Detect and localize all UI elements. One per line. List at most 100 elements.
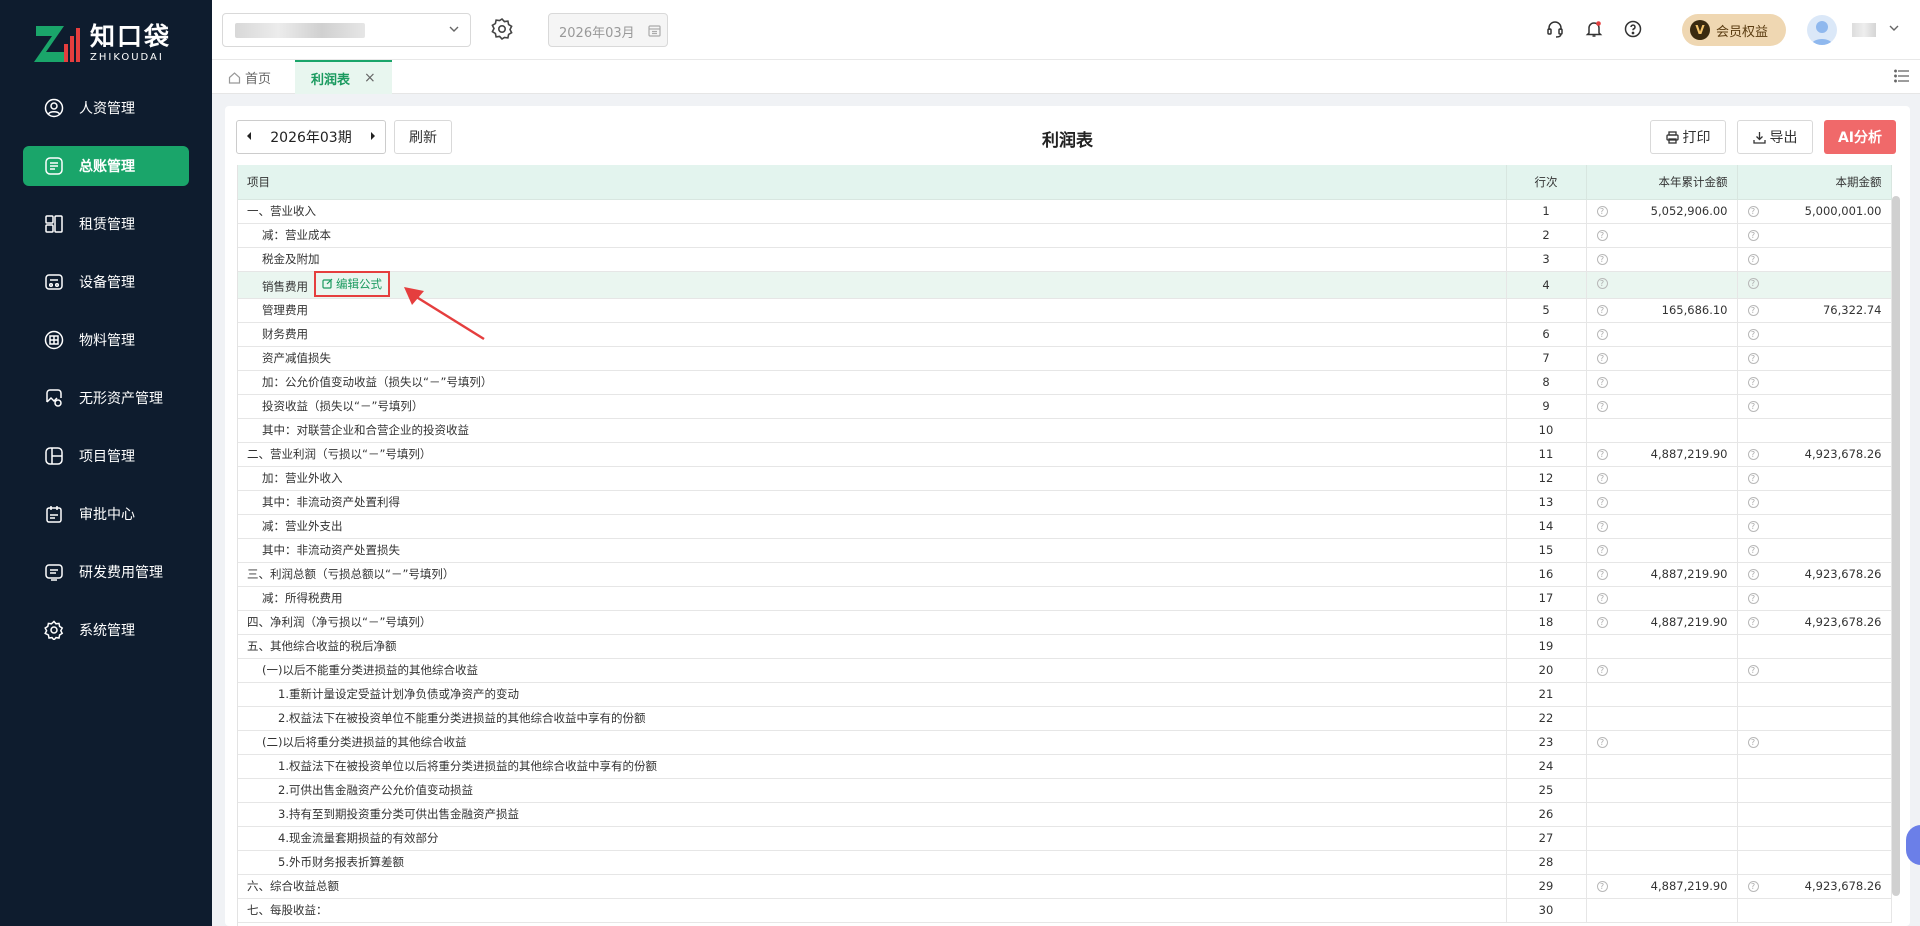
row-ytd-amount[interactable]: ? (1586, 466, 1738, 491)
table-row[interactable]: 税金及附加 3?? (238, 247, 1892, 272)
row-current-amount[interactable]: ? (1737, 247, 1892, 272)
row-current-amount[interactable]: ? 4,923,678.26 (1737, 562, 1892, 587)
row-ytd-amount[interactable]: ? (1586, 370, 1738, 395)
row-current-amount[interactable]: ? 4,923,678.26 (1737, 442, 1892, 467)
row-ytd-amount[interactable]: ? 4,887,219.90 (1586, 442, 1738, 467)
table-row[interactable]: 其中：非流动资产处置损失 15?? (238, 538, 1892, 563)
ai-analysis-button[interactable]: AI分析 (1824, 120, 1896, 154)
row-ytd-amount[interactable]: ? (1586, 346, 1738, 371)
row-ytd-amount[interactable] (1586, 706, 1738, 731)
formula-help-icon[interactable]: ? (1747, 352, 1759, 364)
row-current-amount[interactable]: ? 76,322.74 (1737, 298, 1892, 323)
sidebar-item-hr[interactable]: 人资管理 (23, 88, 189, 128)
formula-help-icon[interactable]: ? (1596, 253, 1608, 265)
row-ytd-amount[interactable]: ? (1586, 490, 1738, 515)
table-row[interactable]: 六、综合收益总额 29? 4,887,219.90? 4,923,678.26 (238, 874, 1892, 899)
table-row[interactable]: (二)以后将重分类进损益的其他综合收益 23?? (238, 730, 1892, 755)
row-ytd-amount[interactable] (1586, 634, 1738, 659)
table-row[interactable]: 七、每股收益： 30 (238, 898, 1892, 923)
table-row[interactable]: 投资收益（损失以“－”号填列） 9?? (238, 394, 1892, 419)
table-row[interactable]: 5.外币财务报表折算差额 28 (238, 850, 1892, 875)
formula-help-icon[interactable]: ? (1596, 304, 1608, 316)
row-ytd-amount[interactable]: ? (1586, 658, 1738, 683)
sidebar-item-ledger[interactable]: 总账管理 (23, 146, 189, 186)
formula-help-icon[interactable]: ? (1747, 253, 1759, 265)
row-current-amount[interactable] (1737, 898, 1892, 923)
row-current-amount[interactable]: ? (1737, 514, 1892, 539)
row-current-amount[interactable] (1737, 706, 1892, 731)
table-row[interactable]: 其中：对联营企业和合营企业的投资收益 10 (238, 418, 1892, 443)
row-ytd-amount[interactable]: ? (1586, 538, 1738, 563)
row-current-amount[interactable] (1737, 754, 1892, 779)
table-row[interactable]: 减：营业外支出 14?? (238, 514, 1892, 539)
sidebar-item-lease[interactable]: 租赁管理 (23, 204, 189, 244)
row-current-amount[interactable]: ? (1737, 586, 1892, 611)
row-current-amount[interactable] (1737, 778, 1892, 803)
formula-help-icon[interactable]: ? (1747, 205, 1759, 217)
row-current-amount[interactable]: ? (1737, 394, 1892, 419)
brand-logo[interactable]: 知口袋 ZHIKOUDAI (34, 20, 171, 68)
row-current-amount[interactable]: ? (1737, 271, 1892, 299)
table-row[interactable]: 1.权益法下在被投资单位以后将重分类进损益的其他综合收益中享有的份额 24 (238, 754, 1892, 779)
export-button[interactable]: 导出 (1737, 120, 1813, 154)
formula-help-icon[interactable]: ? (1596, 568, 1608, 580)
formula-help-icon[interactable]: ? (1747, 229, 1759, 241)
row-ytd-amount[interactable] (1586, 778, 1738, 803)
edit-formula-button[interactable]: 编辑公式 (314, 270, 390, 297)
formula-help-icon[interactable]: ? (1596, 352, 1608, 364)
formula-help-icon[interactable]: ? (1596, 520, 1608, 532)
sidebar-item-material[interactable]: 物料管理 (23, 320, 189, 360)
tab-home[interactable]: 首页 (228, 60, 271, 94)
formula-help-icon[interactable]: ? (1747, 544, 1759, 556)
settings-button[interactable] (490, 17, 516, 43)
table-row[interactable]: 加：营业外收入 12?? (238, 466, 1892, 491)
row-current-amount[interactable]: ? (1737, 490, 1892, 515)
tab-income-statement[interactable]: 利润表 × (295, 60, 392, 94)
formula-help-icon[interactable]: ? (1747, 616, 1759, 628)
formula-help-icon[interactable]: ? (1747, 592, 1759, 604)
table-row[interactable]: 四、净利润（净亏损以“－”号填列） 18? 4,887,219.90? 4,923,6… (238, 610, 1892, 635)
table-row[interactable]: 4.现金流量套期损益的有效部分 27 (238, 826, 1892, 851)
formula-help-icon[interactable]: ? (1747, 568, 1759, 580)
row-ytd-amount[interactable] (1586, 754, 1738, 779)
row-current-amount[interactable]: ? (1737, 658, 1892, 683)
formula-help-icon[interactable]: ? (1747, 277, 1759, 289)
row-ytd-amount[interactable] (1586, 898, 1738, 923)
row-ytd-amount[interactable]: ? (1586, 247, 1738, 272)
formula-help-icon[interactable]: ? (1747, 496, 1759, 508)
formula-help-icon[interactable]: ? (1596, 448, 1608, 460)
avatar[interactable] (1807, 15, 1837, 45)
formula-help-icon[interactable]: ? (1596, 205, 1608, 217)
row-ytd-amount[interactable]: ? (1586, 586, 1738, 611)
row-ytd-amount[interactable]: ? 4,887,219.90 (1586, 610, 1738, 635)
row-current-amount[interactable]: ? (1737, 223, 1892, 248)
table-row[interactable]: (一)以后不能重分类进损益的其他综合收益 20?? (238, 658, 1892, 683)
sidebar-item-system[interactable]: 系统管理 (23, 610, 189, 650)
formula-help-icon[interactable]: ? (1596, 400, 1608, 412)
row-current-amount[interactable] (1737, 826, 1892, 851)
row-ytd-amount[interactable]: ? (1586, 322, 1738, 347)
table-row[interactable]: 资产减值损失 7?? (238, 346, 1892, 371)
row-current-amount[interactable]: ? (1737, 370, 1892, 395)
sidebar-item-rd-expense[interactable]: 研发费用管理 (23, 552, 189, 592)
sidebar-item-project[interactable]: 项目管理 (23, 436, 189, 476)
row-ytd-amount[interactable] (1586, 802, 1738, 827)
close-icon[interactable]: × (364, 70, 376, 86)
row-ytd-amount[interactable] (1586, 682, 1738, 707)
table-row[interactable]: 2.可供出售金融资产公允价值变动损益 25 (238, 778, 1892, 803)
row-current-amount[interactable] (1737, 682, 1892, 707)
row-current-amount[interactable] (1737, 634, 1892, 659)
formula-help-icon[interactable]: ? (1747, 448, 1759, 460)
sidebar-item-intangible[interactable]: 无形资产管理 (23, 378, 189, 418)
row-current-amount[interactable] (1737, 802, 1892, 827)
row-ytd-amount[interactable]: ? 4,887,219.90 (1586, 562, 1738, 587)
table-row[interactable]: 2.权益法下在被投资单位不能重分类进损益的其他综合收益中享有的份额 22 (238, 706, 1892, 731)
row-current-amount[interactable] (1737, 418, 1892, 443)
table-row[interactable]: 二、营业利润（亏损以“－”号填列） 11? 4,887,219.90? 4,923,6… (238, 442, 1892, 467)
formula-help-icon[interactable]: ? (1747, 400, 1759, 412)
row-ytd-amount[interactable]: ? (1586, 514, 1738, 539)
customer-service-icon[interactable] (1544, 18, 1566, 40)
formula-help-icon[interactable]: ? (1747, 304, 1759, 316)
formula-help-icon[interactable]: ? (1747, 880, 1759, 892)
row-current-amount[interactable]: ? 4,923,678.26 (1737, 610, 1892, 635)
